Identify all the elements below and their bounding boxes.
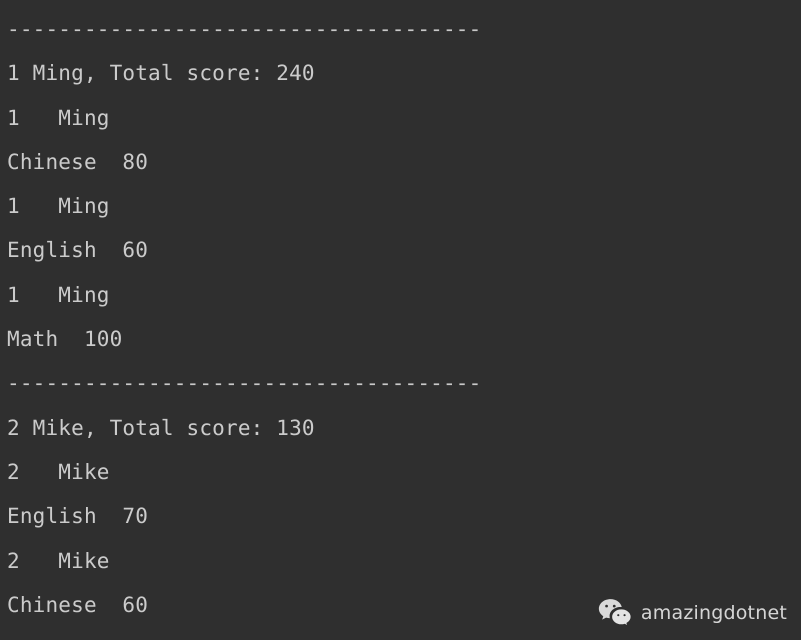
console-line-student-header: 2 Mike — [7, 548, 110, 573]
console-line-subject-score: English 70 — [7, 504, 149, 529]
console-line-subject-score: English 60 — [7, 238, 149, 263]
wechat-icon — [598, 599, 632, 628]
console-line-subject-score: Chinese 80 — [7, 149, 149, 174]
console-line-student-summary: 2 Mike, Total score: 130 — [7, 415, 315, 440]
console-line-subject-score: Math 100 — [7, 327, 123, 352]
console-line-student-header: 1 Ming — [7, 194, 110, 219]
console-line-student-header: 1 Ming — [7, 282, 110, 307]
console-line-student-summary: 1 Ming, Total score: 240 — [7, 61, 315, 86]
watermark: amazingdotnet — [598, 598, 787, 628]
console-line-separator: ------------------------------------- — [7, 17, 482, 41]
console-line-separator: ------------------------------------- — [7, 371, 482, 396]
console-line-student-header: 2 Mike — [7, 459, 110, 484]
console-output-text[interactable]: ------------------------------------- 1 … — [0, 0, 801, 627]
console-window: ------------------------------------- 1 … — [0, 0, 801, 640]
console-line-student-header: 1 Ming — [7, 105, 110, 130]
watermark-label: amazingdotnet — [640, 601, 787, 624]
